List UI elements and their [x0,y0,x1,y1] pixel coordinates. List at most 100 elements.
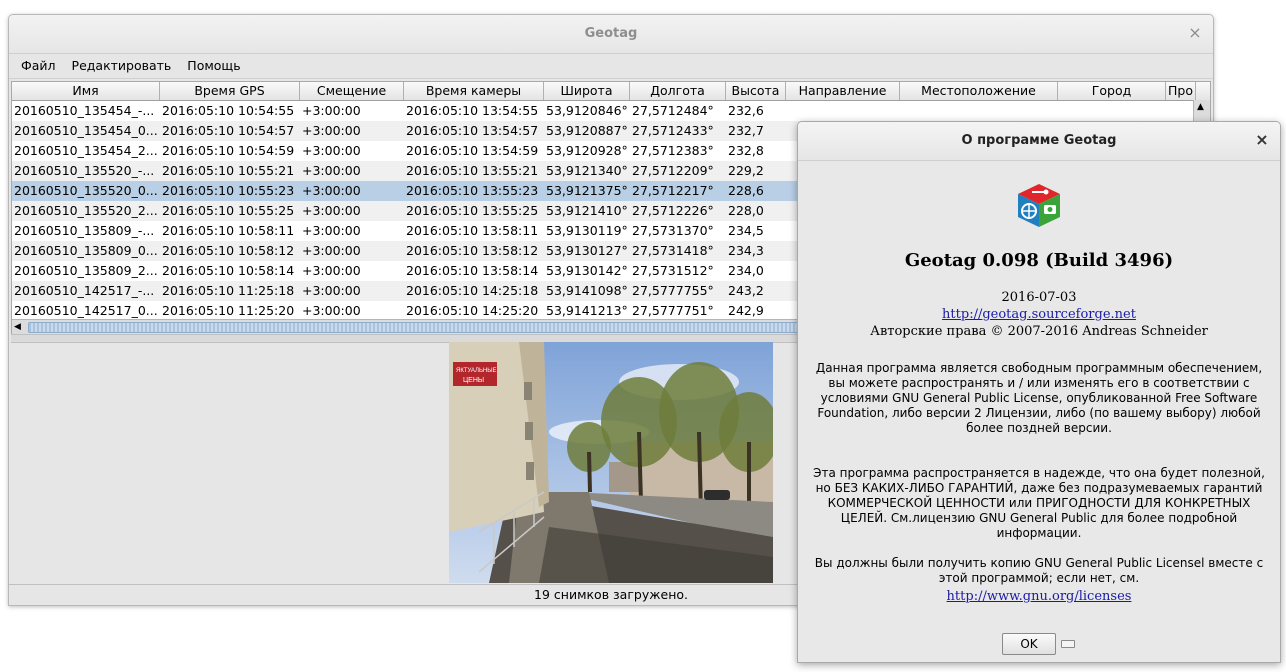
table-cell: 27,5777751° [632,303,714,318]
column-header[interactable]: Время камеры [404,82,544,100]
column-header[interactable]: Долгота [630,82,726,100]
website-link[interactable]: http://geotag.sourceforge.net [798,307,1280,322]
about-dialog: О программе Geotag × Geotag 0.098 (Build… [797,121,1281,663]
table-cell: 27,5712209° [632,163,714,178]
menubar: Файл Редактировать Помощь [9,54,1213,79]
table-cell: +3:00:00 [302,303,361,318]
license-paragraph-1: Данная программа является свободным прог… [815,361,1263,435]
table-cell: 20160510_135454_-... [14,103,155,118]
table-cell: 2016:05:10 13:55:25 [406,203,539,218]
column-header[interactable]: Направление [786,82,900,100]
scroll-left-icon[interactable]: ◀ [14,320,21,334]
about-title: О программе Geotag [961,133,1117,148]
table-cell: 2016:05:10 14:25:20 [406,303,539,318]
horizontal-scroll-thumb[interactable] [28,322,830,333]
license-paragraph-2: Эта программа распространяется в надежде… [813,466,1265,540]
table-cell: 234,0 [728,263,764,278]
table-cell: 2016:05:10 10:55:21 [162,163,295,178]
window-title: Geotag [584,26,638,41]
table-cell: 2016:05:10 14:25:18 [406,283,539,298]
table-cell: 20160510_135454_2... [14,143,158,158]
table-cell: 2016:05:10 10:55:23 [162,183,295,198]
svg-text:ЯКТУАЛЬНЫЕ: ЯКТУАЛЬНЫЕ [456,368,497,374]
table-cell: 27,5712484° [632,103,714,118]
table-cell: 232,8 [728,143,764,158]
table-cell: 229,2 [728,163,764,178]
close-icon[interactable]: × [1252,130,1272,150]
table-cell: +3:00:00 [302,263,361,278]
copyright: Авторские права © 2007-2016 Andreas Schn… [870,324,1208,339]
table-cell: 2016:05:10 10:58:14 [162,263,295,278]
table-cell: 234,5 [728,223,764,238]
scroll-up-icon[interactable]: ▲ [1197,102,1204,112]
table-cell: 53,9120928° [546,143,628,158]
table-cell: +3:00:00 [302,223,361,238]
table-cell: +3:00:00 [302,123,361,138]
table-cell: 2016:05:10 13:55:23 [406,183,539,198]
table-cell: 27,5712383° [632,143,714,158]
table-cell: 2016:05:10 11:25:20 [162,303,295,318]
table-cell: 20160510_142517_-... [14,283,155,298]
table-cell: 228,0 [728,203,764,218]
table-cell: 53,9121410° [546,203,628,218]
table-cell: 20160510_135809_0... [14,243,158,258]
table-cell: 2016:05:10 13:58:14 [406,263,539,278]
table-row[interactable]: 20160510_135454_-... 2016:05:10 10:54:55 +… [12,101,1210,121]
table-cell: 20160510_135520_2... [14,203,158,218]
table-cell: 27,5731370° [632,223,714,238]
table-cell: 53,9121340° [546,163,628,178]
preview-photo: ЯКТУАЛЬНЫЕ ЦЕНЫ [449,342,773,583]
menu-file[interactable]: Файл [13,54,64,78]
table-cell: +3:00:00 [302,183,361,198]
table-cell: 2016:05:10 11:25:18 [162,283,295,298]
table-cell: 27,5731512° [632,263,714,278]
license-paragraph-3: Вы должны были получить копию GNU Genera… [814,556,1264,585]
table-cell: 53,9141098° [546,283,628,298]
table-cell: +3:00:00 [302,203,361,218]
small-button[interactable] [1061,640,1075,648]
table-cell: 2016:05:10 13:54:57 [406,123,539,138]
close-icon[interactable]: × [1185,23,1205,43]
table-cell: 53,9121375° [546,183,628,198]
column-header[interactable]: Про [1166,82,1196,100]
column-header[interactable]: Время GPS [160,82,300,100]
table-cell: 242,9 [728,303,764,318]
table-cell: 228,6 [728,183,764,198]
about-titlebar[interactable]: О программе Geotag × [798,122,1280,161]
table-cell: 20160510_135454_0... [14,123,158,138]
column-header[interactable]: Смещение [300,82,404,100]
table-cell: 2016:05:10 13:58:11 [406,223,539,238]
table-cell: 27,5731418° [632,243,714,258]
table-cell: 243,2 [728,283,764,298]
table-cell: 234,3 [728,243,764,258]
table-cell: +3:00:00 [302,243,361,258]
table-cell: 53,9130142° [546,263,628,278]
license-link[interactable]: http://www.gnu.org/licenses [798,589,1280,604]
geotag-logo-icon [1014,180,1064,230]
ok-button[interactable]: OK [1002,633,1056,655]
menu-help[interactable]: Помощь [179,54,248,78]
table-cell: 27,5712433° [632,123,714,138]
table-cell: 53,9141213° [546,303,628,318]
table-cell: 2016:05:10 13:54:55 [406,103,539,118]
table-cell: 27,5777755° [632,283,714,298]
app-name: Geotag 0.098 (Build 3496) [904,250,1174,271]
table-cell: 53,9120887° [546,123,628,138]
column-header[interactable]: Местоположение [900,82,1058,100]
column-header[interactable]: Город [1058,82,1166,100]
table-cell: 27,5712217° [632,183,714,198]
table-cell: 2016:05:10 10:54:55 [162,103,295,118]
column-header[interactable]: Высота [726,82,786,100]
column-header[interactable]: Широта [544,82,630,100]
menu-edit[interactable]: Редактировать [64,54,180,78]
table-cell: 53,9130119° [546,223,628,238]
table-cell: 20160510_135520_0... [14,183,158,198]
column-header[interactable]: Имя [12,82,160,100]
table-cell: +3:00:00 [302,283,361,298]
table-cell: 53,9130127° [546,243,628,258]
main-titlebar[interactable]: Geotag × [9,15,1213,54]
release-date: 2016-07-03 [1001,290,1077,305]
table-header: Имя Время GPS Смещение Время камеры Широта До… [12,82,1210,101]
table-cell: 53,9120846° [546,103,628,118]
table-cell: 27,5712226° [632,203,714,218]
